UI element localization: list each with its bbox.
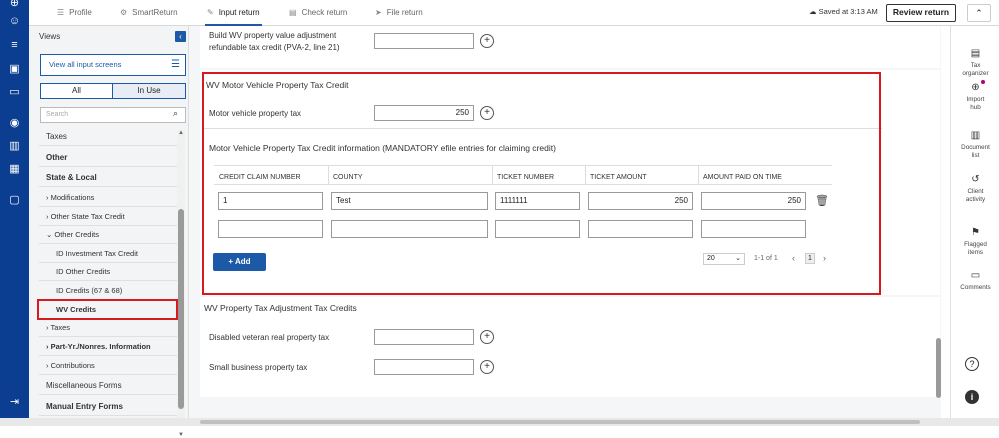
segment-all[interactable]: All [40,83,113,99]
collapse-panel-icon[interactable]: ‹ [175,31,186,42]
add-detail-icon[interactable]: + [480,330,494,344]
nav-item-id-credits-67-68[interactable]: ID Credits (67 & 68) [39,281,179,300]
nav-scroll-thumb[interactable] [178,209,184,409]
views-title: Views [39,32,61,41]
clients-icon[interactable]: ☺ [7,14,22,29]
build-pva-input[interactable] [374,33,474,49]
saved-status: ☁ Saved at 3:13 AM [809,7,878,16]
small-business-label: Small business property tax [209,363,308,372]
info-icon[interactable]: i [965,390,979,404]
search-icon[interactable]: ⌕ [173,108,178,119]
nav-item-taxes-2[interactable]: › Taxes [39,318,179,337]
disabled-veteran-input[interactable] [374,329,474,345]
scroll-down-icon[interactable]: ▼ [178,432,184,438]
cloud-icon: ☁ [809,7,819,16]
folder-icon[interactable]: ▭ [7,85,22,100]
build-pva-label-line1: Build WV property value adjustment [209,31,337,40]
nav-item-miscellaneous-forms[interactable]: Miscellaneous Forms [39,376,179,395]
flagged-items-button[interactable]: ⚑ Flagged items [951,227,999,257]
add-detail-icon[interactable]: + [480,360,494,374]
nav-item-taxes[interactable]: Taxes [39,127,179,146]
chevron-up-icon[interactable]: ⌃ [967,4,991,22]
scroll-up-icon[interactable]: ▲ [178,130,184,136]
flag-icon: ⚑ [971,227,980,238]
nav-item-modifications[interactable]: › Modifications [39,188,179,207]
building-icon[interactable]: ▥ [7,139,22,154]
small-business-input[interactable] [374,359,474,375]
review-return-button[interactable]: Review return [886,4,956,22]
nav-item-other-state-tax-credit[interactable]: › Other State Tax Credit [39,207,179,226]
clipboard-icon[interactable]: ▣ [7,62,22,77]
tax-organizer-button[interactable]: ▤ Tax organizer [951,48,999,78]
grid-icon[interactable]: ▦ [7,162,22,177]
comment-icon: ▭ [970,270,981,281]
menu-expand-icon[interactable]: ⇥ [7,395,22,410]
comments-button[interactable]: ▭ Comments [951,270,999,292]
view-all-input-screens-button[interactable]: View all input screens ☰ [40,54,186,76]
client-activity-button[interactable]: ↺ Client activity [951,174,999,204]
chat-icon[interactable]: ▢ [7,193,22,208]
tab-check-return[interactable]: ▤ Check return [289,0,347,26]
nav-item-manual-entry-forms[interactable]: Manual Entry Forms [39,397,179,416]
nav-item-other[interactable]: Other [39,148,179,167]
search-input[interactable]: Search [40,107,186,123]
tab-profile[interactable]: ☰ Profile [57,0,92,26]
tab-input-return[interactable]: ✎ Input return [205,0,262,26]
nav-item-state-local[interactable]: State & Local [39,168,179,187]
import-icon: ⊕ [971,82,980,93]
folder-icon: ▥ [970,130,981,141]
help-circle-icon[interactable]: ◉ [7,116,22,131]
nav-item-contributions[interactable]: › Contributions [39,356,179,375]
tab-file-return[interactable]: ➤ File return [375,0,423,26]
right-sidebar: ▤ Tax organizer ⊕ Import hub ▥ Document list ↺… [950,26,999,418]
notification-dot [981,80,985,84]
document-list-button[interactable]: ▥ Document list [951,130,999,160]
section-title-wv-property-tax-adjustment: WV Property Tax Adjustment Tax Credits [204,303,357,313]
views-panel: Views ‹ View all input screens ☰ All In U… [29,26,189,438]
disabled-veteran-label: Disabled veteran real property tax [209,333,330,342]
import-hub-button[interactable]: ⊕ Import hub [951,82,999,112]
card-build-pva: Build WV property value adjustment refun… [200,26,940,68]
nav-item-other-credits[interactable]: ⌄ Other Credits [39,225,179,244]
help-icon[interactable]: ? [965,357,979,371]
top-nav: ☰ Profile ⚙ SmartReturn ✎ Input return ▤ Che… [29,0,999,26]
nav-item-id-other-credits[interactable]: ID Other Credits [39,262,179,281]
pencil-icon: ✎ [207,8,214,17]
calendar-icon: ▤ [289,8,297,17]
add-detail-icon[interactable]: + [480,34,494,48]
horizontal-scroll-thumb[interactable] [200,420,920,424]
tab-smartreturn[interactable]: ⚙ SmartReturn [120,0,178,26]
history-icon: ↺ [971,174,980,185]
gear-icon: ⚙ [120,8,128,17]
app-rail: ⊕ ☺ ≡ ▣ ▭ ◉ ▥ ▦ ▢ ⇥ [0,0,29,426]
list-icon[interactable]: ≡ [7,38,22,53]
nav-item-id-investment-tax-credit[interactable]: ID Investment Tax Credit [39,244,179,263]
send-icon: ➤ [375,8,382,17]
document-icon: ▤ [970,48,981,59]
highlight-nav-box [37,299,178,320]
main-scroll-thumb[interactable] [936,338,941,398]
build-pva-label-line2: refundable tax credit (PVA-2, line 21) [209,43,340,52]
highlight-section-box [202,72,881,295]
nav-item-part-yr-nonres[interactable]: › Part-Yr./Nonres. Information [39,337,179,356]
list-icon: ☰ [171,59,180,70]
home-icon[interactable]: ⊕ [7,0,22,11]
segment-in-use[interactable]: In Use [113,83,186,99]
list-icon: ☰ [57,8,65,17]
